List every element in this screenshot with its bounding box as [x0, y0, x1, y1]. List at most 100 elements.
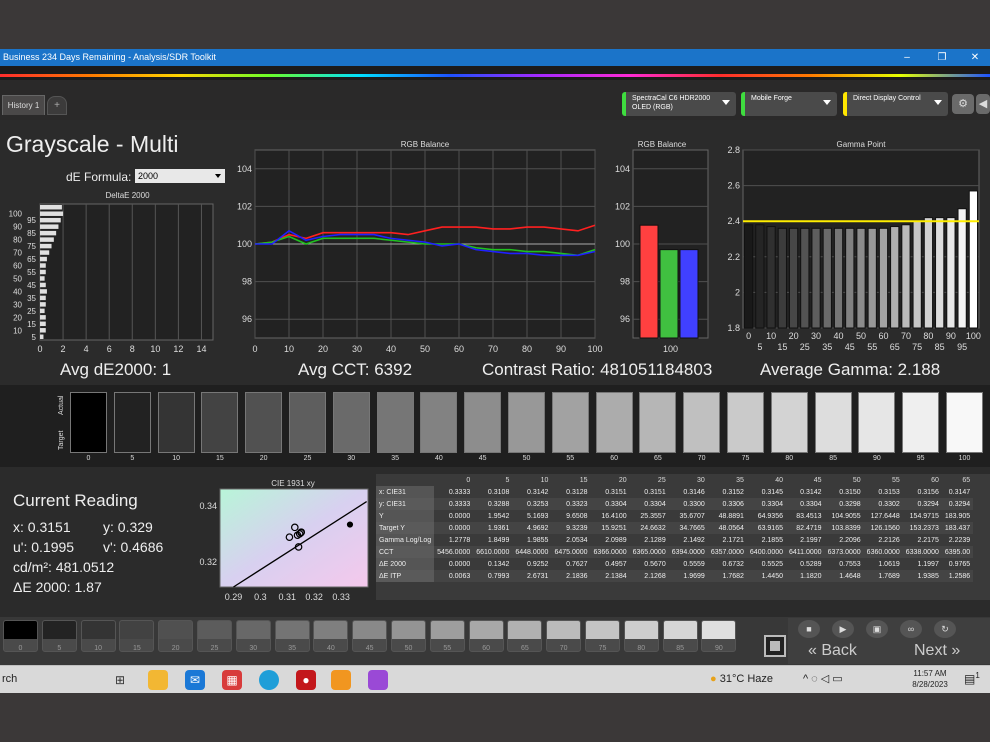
back-button[interactable]: « Back: [808, 642, 857, 660]
grayscale-swatch[interactable]: [376, 392, 414, 453]
table-column-header: 10: [540, 476, 549, 484]
deltae-bar: [40, 295, 46, 301]
table-cell: 1.2778: [448, 536, 471, 544]
grayscale-swatch[interactable]: [464, 392, 502, 453]
table-column-header: 20: [618, 476, 627, 484]
grayscale-swatch[interactable]: [245, 392, 283, 453]
cie-plot-area: [219, 488, 369, 588]
table-cell: 63.9165: [746, 522, 786, 534]
table-cell: 6394.0000: [668, 546, 708, 558]
fullscreen-toggle[interactable]: [764, 635, 786, 657]
notification-icon[interactable]: ▤1: [964, 671, 980, 686]
swatch-label: 20: [259, 455, 268, 462]
deltae-y-tick: 75: [27, 242, 36, 251]
back-panel-button[interactable]: ◀: [976, 94, 990, 114]
taskbar-search[interactable]: rch: [2, 673, 17, 685]
thumbnail-label: 50: [404, 645, 413, 652]
file-explorer-icon[interactable]: [148, 670, 168, 690]
taskbar-clock[interactable]: 11:57 AM 8/28/2023: [908, 668, 952, 690]
table-cell: 183.437: [941, 522, 974, 534]
pattern-select[interactable]: Mobile Forge: [741, 92, 837, 116]
de-formula-select[interactable]: 2000: [135, 169, 225, 183]
stop-button[interactable]: ■: [798, 620, 820, 638]
swatch-label: 30: [347, 455, 356, 462]
settings-button[interactable]: ⚙: [952, 94, 974, 114]
mail-icon[interactable]: ✉: [185, 670, 205, 690]
table-row-label: x: CIE31: [376, 486, 435, 498]
maximize-button[interactable]: ❐: [925, 49, 959, 66]
gamma-bar: [744, 224, 754, 329]
table-cell: 2.1855: [761, 536, 783, 544]
grayscale-swatch[interactable]: [902, 392, 940, 453]
refresh-button[interactable]: ↻: [934, 620, 956, 638]
thumbnail-label: 0: [18, 645, 23, 652]
weather-widget[interactable]: ● 31°C Haze: [710, 673, 773, 685]
table-cell: 9.3239: [551, 522, 591, 534]
gamma-y-tick: 2.4: [727, 216, 740, 226]
thumbnail-label: 30: [249, 645, 258, 652]
table-row-label: ΔE ITP: [376, 570, 435, 582]
loop-button[interactable]: ∞: [900, 620, 922, 638]
table-cell: 0.3150: [839, 488, 861, 496]
deltae-y-tick: 50: [13, 274, 22, 283]
table-cell: 0.3152: [722, 488, 744, 496]
grayscale-swatch[interactable]: [683, 392, 721, 453]
grayscale-swatch[interactable]: [814, 392, 852, 453]
swatch-label: 10: [172, 455, 180, 462]
grayscale-swatch[interactable]: [946, 392, 983, 453]
edge-browser-icon[interactable]: [259, 670, 279, 690]
grayscale-swatch[interactable]: [727, 392, 764, 453]
grayscale-swatch[interactable]: [420, 392, 458, 453]
deltae-chart-title: DeltaE 2000: [105, 191, 150, 200]
gamma-bar: [777, 227, 787, 329]
deltae-y-tick: 5: [32, 333, 37, 342]
cie-y-tick: 0.32: [199, 557, 217, 567]
table-cell: 0.3323: [551, 498, 591, 510]
table-cell: 0.3156: [917, 488, 939, 496]
recorder-icon[interactable]: ●: [296, 670, 316, 690]
grayscale-swatch[interactable]: [157, 392, 195, 453]
deltae-y-tick: 45: [27, 281, 36, 290]
save-button[interactable]: ▣: [866, 620, 888, 638]
grayscale-swatch[interactable]: [551, 392, 589, 453]
rgb-x-tick: 80: [522, 344, 532, 354]
table-row: Gamma Log/Log 1.2778 1.8499 1.9855 2.0534 2.0…: [376, 534, 973, 546]
grayscale-swatch[interactable]: [289, 392, 326, 453]
table-cell: 6360.0000: [863, 546, 903, 558]
stop-icon: ■: [806, 624, 812, 634]
table-cell: 0.3304: [629, 498, 669, 510]
play-button[interactable]: ▶: [832, 620, 854, 638]
table-cell: 2.1997: [800, 536, 822, 544]
gamma-bar: [890, 226, 900, 329]
system-tray[interactable]: ^◌◁▭: [803, 672, 846, 685]
close-button[interactable]: ✕: [958, 49, 990, 66]
grayscale-swatch[interactable]: [70, 392, 107, 453]
grayscale-swatch[interactable]: [858, 392, 896, 453]
calman-app-icon[interactable]: [368, 670, 388, 690]
reading-x: x: 0.3151: [13, 519, 71, 535]
deltae-x-tick: 14: [196, 344, 206, 354]
deltae-x-tick: 6: [107, 344, 112, 354]
minimize-button[interactable]: –: [890, 49, 924, 66]
grayscale-swatch[interactable]: [113, 392, 151, 453]
grayscale-swatch[interactable]: [595, 392, 633, 453]
rgb-balance-chart: 0 10 20 30 40 50 60 70 80 90 100 96 98 100 102 104: [237, 149, 603, 354]
next-button[interactable]: Next »: [914, 642, 960, 660]
meter-select[interactable]: SpectraCal C6 HDR2000 OLED (RGB): [622, 92, 736, 116]
grayscale-swatch[interactable]: [508, 392, 545, 453]
table-cell: 0.3142: [800, 488, 822, 496]
deltae-bar: [40, 282, 46, 288]
grayscale-swatch[interactable]: [332, 392, 370, 453]
tab-history-1[interactable]: History 1: [2, 95, 45, 115]
grayscale-swatch[interactable]: [201, 392, 239, 453]
table-cell: 0.3108: [487, 488, 510, 496]
display-select[interactable]: Direct Display Control: [843, 92, 948, 116]
back-label: Back: [821, 642, 857, 659]
grayscale-swatch[interactable]: [639, 392, 677, 453]
cloud-app-icon[interactable]: [331, 670, 351, 690]
grayscale-swatch[interactable]: [770, 392, 808, 453]
calendar-icon[interactable]: ▦: [222, 670, 242, 690]
rgb-x-tick: 0: [252, 344, 257, 354]
add-tab-button[interactable]: +: [47, 96, 67, 115]
task-view-icon[interactable]: ⊞: [110, 670, 130, 690]
